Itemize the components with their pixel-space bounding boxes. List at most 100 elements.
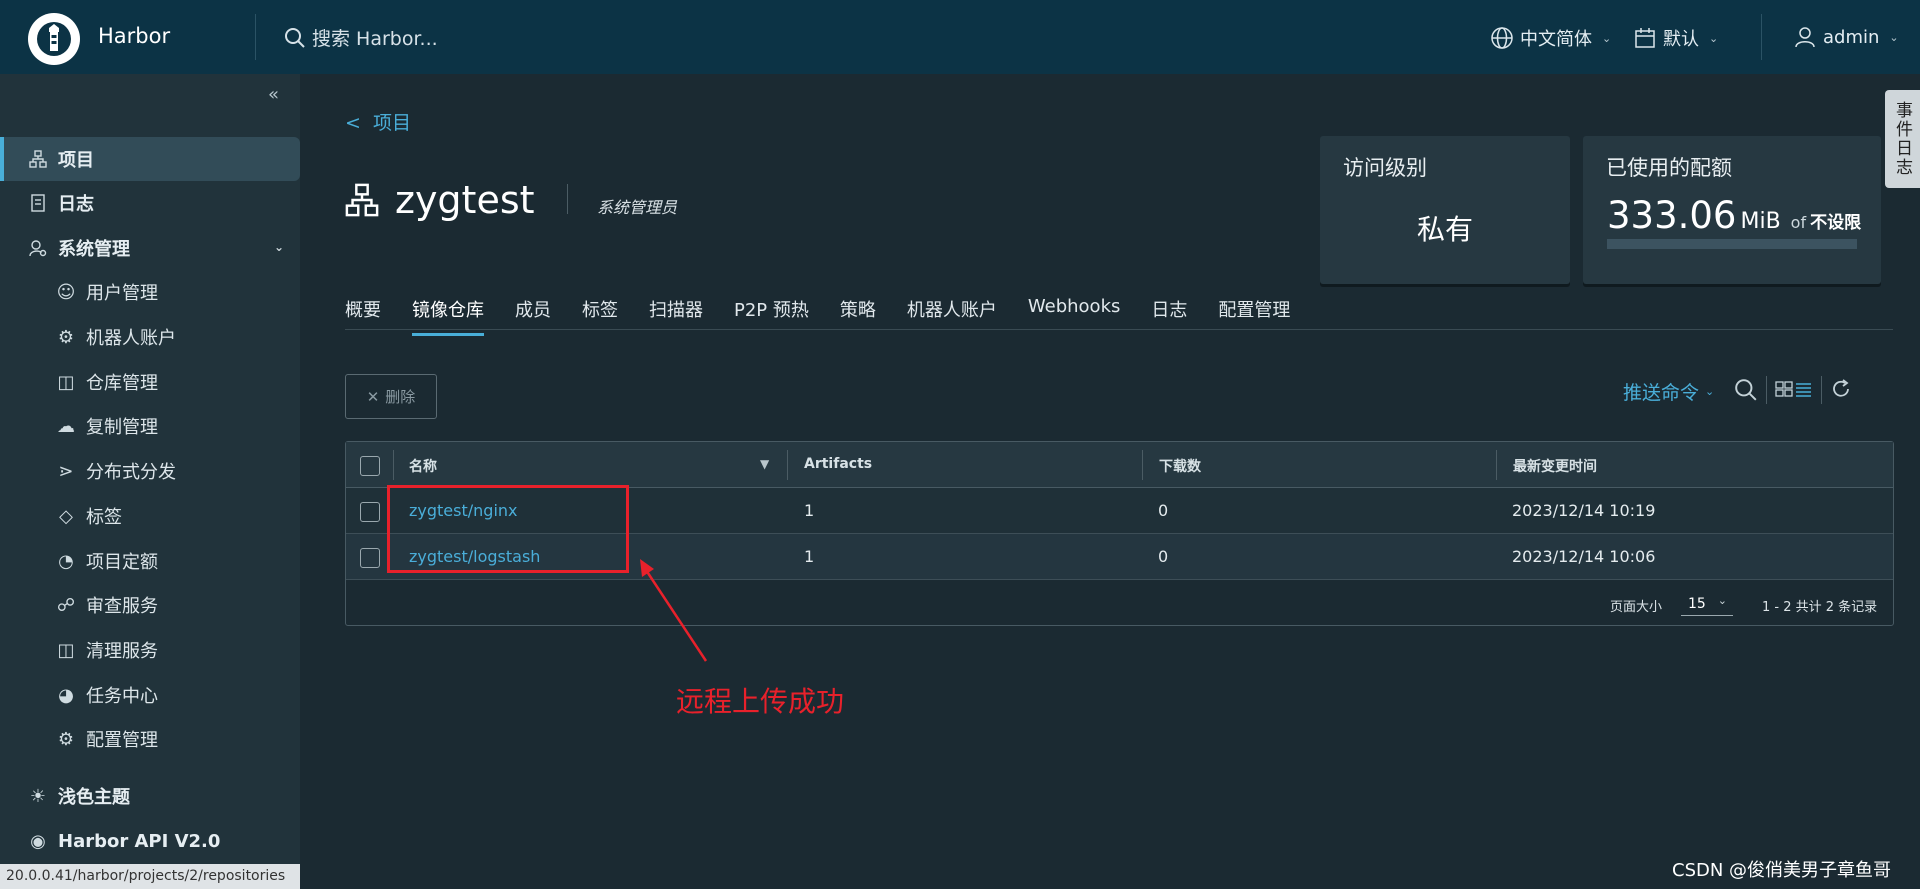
quota-of: of [1790,213,1807,232]
update-time: 2023/12/14 10:19 [1512,501,1656,520]
username: admin [1823,26,1880,48]
close-icon: ✕ [366,387,380,406]
tab-p2p-preheat[interactable]: P2P 预热 [734,296,809,336]
quota-unit: MiB [1740,209,1781,234]
chevron-down-icon: ⌄ [1602,31,1612,45]
harbor-logo[interactable] [28,13,80,65]
api-explorer-link[interactable]: ◉ Harbor API V2.0 [0,819,300,863]
project-name: zygtest [395,178,535,222]
event-log-side-tab[interactable]: 事件日志 [1885,90,1920,188]
push-command-label: 推送命令 [1623,382,1700,404]
tab-repositories[interactable]: 镜像仓库 [412,296,484,336]
sidebar-item-project-quotas[interactable]: ◔ 项目定额 [0,539,300,583]
tab-scanner[interactable]: 扫描器 [649,296,703,336]
column-divider [1496,450,1497,480]
datetime-format-selector[interactable]: 默认 ⌄ [1633,25,1718,51]
sidebar-item-users[interactable]: ☺ 用户管理 [0,270,300,314]
sidebar-item-interrogation-services[interactable]: ☍ 审查服务 [0,583,300,627]
sidebar-item-logs[interactable]: 日志 [0,181,300,225]
annotation-arrow [640,559,708,662]
page-size-label: 页面大小 [1610,600,1663,615]
filter-icon[interactable]: ▼ [760,457,769,471]
language-selector[interactable]: 中文简体 ⌄ [1490,25,1611,51]
quota-usage: 333.06 MiB of 不设限 [1607,194,1861,237]
project-tabs: 概要 镜像仓库 成员 标签 扫描器 P2P 预热 策略 机器人账户 Webhoo… [345,296,1290,336]
sidebar-item-label: 审查服务 [86,596,158,617]
select-all-checkbox[interactable] [360,456,380,476]
robot-icon: ⚙ [57,326,75,348]
column-header-artifacts[interactable]: Artifacts [804,456,872,472]
artifacts-count: 1 [804,547,815,566]
tab-members[interactable]: 成员 [515,296,551,336]
access-level-card: 访问级别 私有 [1320,136,1570,284]
access-card-title: 访问级别 [1343,156,1427,180]
quota-limit: 不设限 [1810,213,1862,233]
quota-card: 已使用的配额 333.06 MiB of 不设限 [1583,136,1881,284]
tab-logs[interactable]: 日志 [1151,296,1187,336]
sidebar-item-job-service[interactable]: ◕ 任务中心 [0,673,300,717]
distribution-icon: ⋗ [58,460,74,482]
config-icon: ⚙ [57,728,75,750]
app-title[interactable]: Harbor [98,24,170,48]
back-to-projects-link[interactable]: < 项目 [345,108,411,135]
row-checkbox[interactable] [360,502,380,522]
sidebar-item-robot-accounts[interactable]: ⚙ 机器人账户 [0,315,300,359]
logs-icon [28,194,48,212]
annotation-text: 远程上传成功 [676,685,845,718]
search-icon[interactable] [1734,378,1758,406]
sidebar-item-administration[interactable]: 系统管理 ⌄ [0,226,300,270]
sidebar-item-projects[interactable]: 项目 [0,137,300,181]
toolbar-divider [1766,376,1767,404]
sidebar-item-replications[interactable]: ☁ 复制管理 [0,404,300,448]
view-toggle-icon[interactable] [1775,378,1813,404]
tab-labels[interactable]: 标签 [582,296,618,336]
sidebar-item-label: 项目 [58,150,94,171]
column-divider [787,450,788,480]
sidebar-item-distributions[interactable]: ⋗ 分布式分发 [0,449,300,493]
interrogation-icon: ☍ [56,594,76,616]
tab-summary[interactable]: 概要 [345,296,381,336]
sidebar-item-label: 任务中心 [86,686,158,707]
artifacts-count: 1 [804,501,815,520]
chevron-down-icon: ⌄ [1709,31,1719,45]
sidebar-item-label: 系统管理 [58,239,130,260]
sidebar-item-clean-up[interactable]: ◫ 清理服务 [0,628,300,672]
column-header-updated[interactable]: 最新变更时间 [1513,456,1597,476]
tab-webhooks[interactable]: Webhooks [1028,296,1120,336]
delete-button[interactable]: ✕ 删除 [345,374,437,419]
sidebar-item-label: 分布式分发 [86,462,176,483]
chevron-down-icon: ⌄ [1705,385,1715,398]
project-icon [345,183,379,217]
sidebar-item-registries[interactable]: ◫ 仓库管理 [0,360,300,404]
tab-robot-accounts[interactable]: 机器人账户 [907,296,997,336]
sidebar-item-labels[interactable]: ◇ 标签 [0,494,300,538]
record-count: 1 - 2 共计 2 条记录 [1762,600,1878,615]
sidebar-item-label: 用户管理 [86,283,158,304]
search-placeholder: 搜索 Harbor... [312,28,438,50]
global-search[interactable]: 搜索 Harbor... [284,24,438,51]
tab-policy[interactable]: 策略 [840,296,876,336]
column-header-pulls[interactable]: 下载数 [1159,456,1201,476]
delete-button-label: 删除 [385,388,416,406]
collapse-sidebar-icon[interactable]: « [268,84,279,105]
page-size-select[interactable]: 15 ⌄ [1681,591,1733,616]
row-checkbox[interactable] [360,548,380,568]
theme-toggle[interactable]: ☀ 浅色主题 [0,774,300,818]
admin-icon [28,239,48,257]
push-command-dropdown[interactable]: 推送命令 ⌄ [1623,378,1714,405]
sidebar-item-configuration[interactable]: ⚙ 配置管理 [0,717,300,761]
user-menu[interactable]: admin ⌄ [1793,25,1899,49]
refresh-icon[interactable] [1830,378,1852,404]
tab-configuration[interactable]: 配置管理 [1218,296,1290,336]
pull-count: 0 [1158,501,1169,520]
table-footer: 页面大小 15 ⌄ 1 - 2 共计 2 条记录 [346,581,1893,626]
sun-icon: ☀ [29,785,47,807]
projects-icon [28,150,48,168]
calendar-icon [1635,28,1655,48]
tabs-underline [345,329,1893,330]
replication-icon: ☁ [57,415,75,437]
title-divider [567,184,568,214]
watermark: CSDN @俊俏美男子章鱼哥 [1672,860,1892,881]
column-header-name[interactable]: 名称 [409,456,437,476]
table-header: 名称 ▼ Artifacts 下载数 最新变更时间 [346,442,1893,488]
